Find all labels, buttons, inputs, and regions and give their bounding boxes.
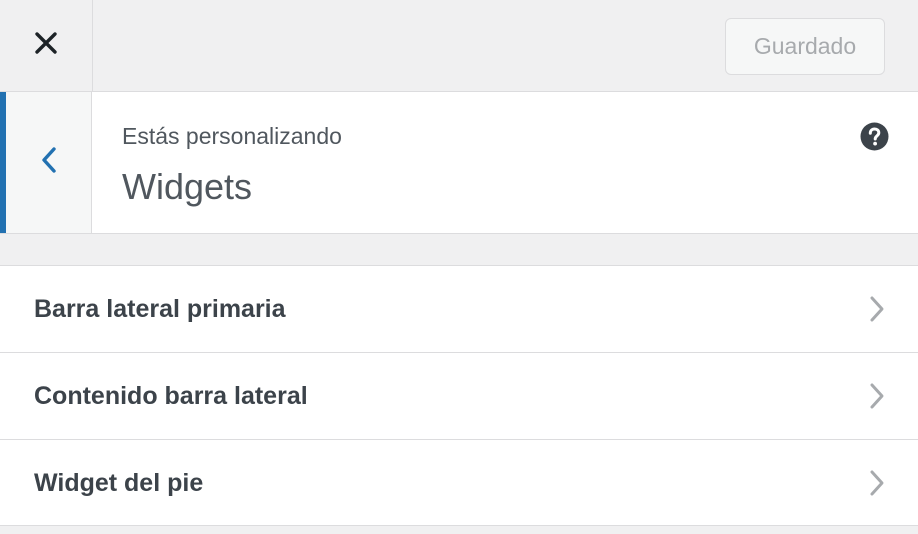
section-label: Widget del pie [34, 469, 204, 497]
close-button[interactable] [0, 0, 93, 91]
save-button[interactable]: Guardado [725, 18, 885, 75]
section-label: Barra lateral primaria [34, 295, 286, 323]
chevron-right-icon [866, 381, 888, 411]
chevron-right-icon [866, 468, 888, 498]
chevron-right-icon [866, 294, 888, 324]
panel-title: Widgets [122, 166, 253, 207]
widget-areas-list: Barra lateral primaria Contenido barra l… [0, 265, 918, 526]
customizing-label: Estás personalizando [122, 123, 342, 149]
section-contenido-barra-lateral[interactable]: Contenido barra lateral [0, 352, 918, 439]
help-icon [860, 122, 889, 155]
section-widget-del-pie[interactable]: Widget del pie [0, 439, 918, 526]
close-icon [34, 31, 58, 60]
help-button[interactable] [860, 122, 889, 151]
customizer-topbar: Guardado [0, 0, 918, 92]
back-button[interactable] [0, 92, 92, 233]
section-label: Contenido barra lateral [34, 382, 308, 410]
chevron-left-icon [41, 146, 57, 179]
section-barra-lateral-primaria[interactable]: Barra lateral primaria [0, 265, 918, 352]
panel-header: Estás personalizando Widgets [0, 92, 918, 234]
